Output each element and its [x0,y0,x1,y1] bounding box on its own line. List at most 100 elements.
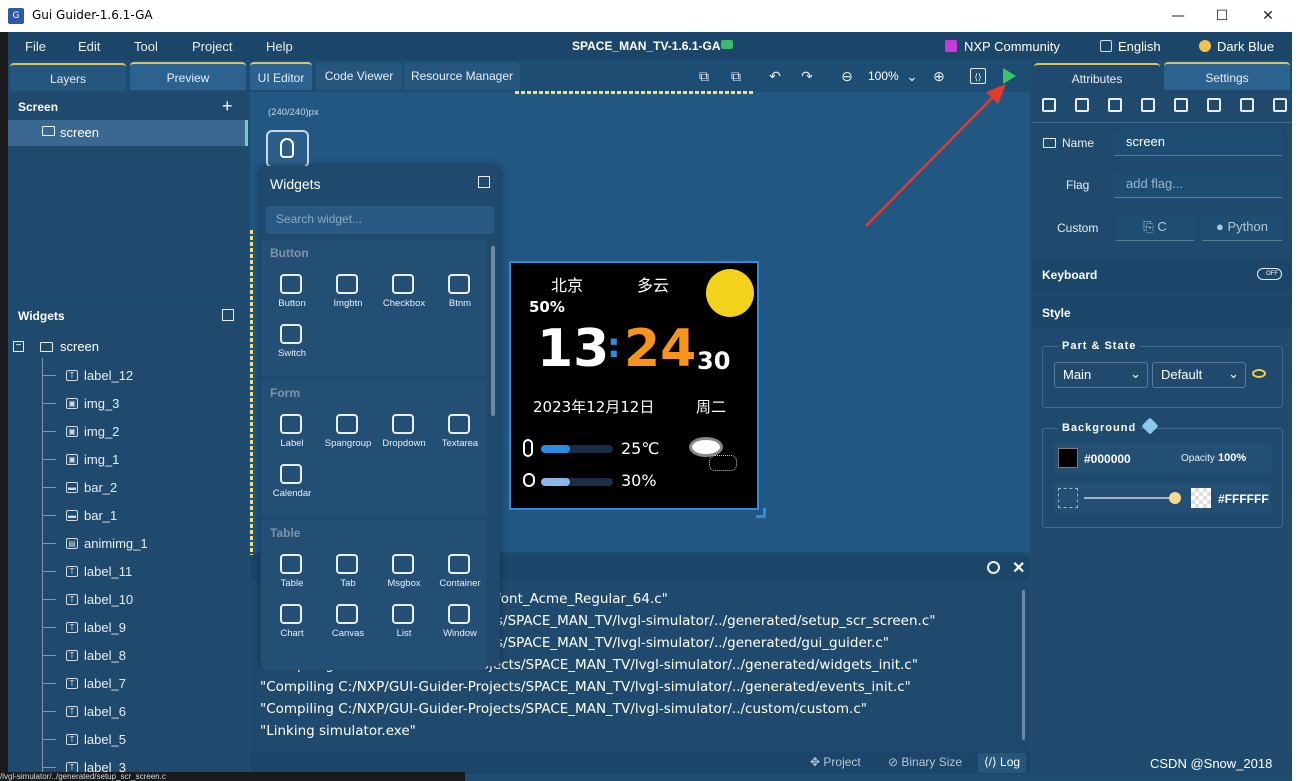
log-scrollbar[interactable] [1022,590,1025,740]
menu-help[interactable]: Help [266,39,293,54]
close-window-button[interactable]: ✕ [1258,6,1278,26]
gradient-color-swatch[interactable] [1191,488,1211,508]
gradient-color-value[interactable]: #FFFFFF [1218,492,1269,506]
widget-calendar-button[interactable]: Calendar [264,464,316,508]
widget-chart-button[interactable]: Chart [264,604,316,648]
widget-canvas-button[interactable]: Canvas [320,604,372,648]
project-tab[interactable]: ✥ Project [810,755,861,769]
maximize-button[interactable]: ☐ [1212,6,1232,26]
bg-color-swatch[interactable] [1058,448,1078,468]
widget-dropdown-button[interactable]: Dropdown [376,414,428,458]
undo-icon[interactable]: ↶ [767,68,783,84]
tree-root-screen[interactable]: screen [60,339,99,354]
widget-label-button[interactable]: Label [264,414,316,458]
gradient-slider-track[interactable] [1084,497,1176,499]
state-select[interactable]: Default ⌄ [1152,362,1246,388]
widget-tree-item[interactable]: ▣ img_2 [8,418,248,446]
widget-msgbox-button[interactable]: Msgbox [376,554,428,598]
tab-attributes[interactable]: Attributes [1034,63,1160,91]
widget-window-button[interactable]: Window [432,604,484,648]
language-selector[interactable]: English [1118,39,1161,54]
widget-tree-item[interactable]: Tlabel_10 [8,586,248,614]
widget-imgbtn-button[interactable]: Imgbtn [320,274,372,318]
widget-tree-item[interactable]: Tlabel_11 [8,558,248,586]
send-back-icon[interactable]: ⧉ [728,68,744,84]
widget-button-button[interactable]: Button [264,274,316,318]
tab-settings[interactable]: Settings [1164,62,1290,90]
custom-c-button[interactable]: ⎘ C [1116,215,1194,241]
widget-container-button[interactable]: Container [432,554,484,598]
align-center-h-icon[interactable] [1075,98,1089,112]
widget-search-input[interactable]: Search widget... [266,206,494,234]
widget-tree-item[interactable]: Tlabel_6 [8,698,248,726]
menu-file[interactable]: File [25,39,46,54]
opacity-value[interactable]: 100% [1218,452,1246,464]
distribute-v-icon[interactable] [1273,98,1287,112]
widget-tree-item[interactable]: Tlabel_12 [8,362,248,390]
menu-edit[interactable]: Edit [78,39,100,54]
distribute-h-icon[interactable] [1240,98,1254,112]
widget-tree-label: img_3 [84,396,120,411]
flag-input[interactable]: add flag... [1114,172,1282,198]
redo-icon[interactable]: ↷ [799,68,815,84]
device-preview-screen[interactable]: 北京 多云 50% 13 : 24 30 2023年12月12日 周二 25℃ … [509,261,759,510]
menu-project[interactable]: Project [192,39,232,54]
widget-tree-item[interactable]: Tlabel_7 [8,670,248,698]
widget-tree-item[interactable]: Tlabel_8 [8,642,248,670]
popout-icon[interactable] [222,309,234,321]
widget-textarea-button[interactable]: Textarea [432,414,484,458]
palette-scrollbar[interactable] [491,246,495,416]
widget-tab-button[interactable]: Tab [320,554,372,598]
menu-tool[interactable]: Tool [134,39,158,54]
zoom-out-icon[interactable]: ⊖ [839,68,855,84]
tab-resource-manager[interactable]: Resource Manager [404,62,520,90]
bring-front-icon[interactable]: ⧉ [696,68,712,84]
humidity-bar-fill [541,478,570,486]
collapse-icon[interactable]: − [13,341,24,352]
binary-size-tab[interactable]: ⊘ Binary Size [888,755,962,769]
align-right-icon[interactable] [1108,98,1122,112]
keyboard-toggle[interactable]: OFF [1257,268,1282,280]
clear-log-icon[interactable] [987,561,1000,574]
widget-switch-button[interactable]: Switch [264,324,316,368]
widget-checkbox-button[interactable]: Checkbox [376,274,428,318]
widget-btnm-button[interactable]: Btnm [432,274,484,318]
minimize-button[interactable]: — [1168,6,1188,26]
folder-icon[interactable] [721,40,733,49]
widget-tree-item[interactable]: Tlabel_5 [8,726,248,754]
tab-layers[interactable]: Layers [10,63,126,91]
widget-label: Textarea [441,438,479,449]
tab-code-viewer[interactable]: Code Viewer [316,62,402,90]
popout-icon[interactable] [478,176,490,188]
eye-icon[interactable] [1252,369,1266,378]
widget-list-button[interactable]: List [376,604,428,648]
part-select[interactable]: Main ⌄ [1054,362,1148,388]
align-center-v-icon[interactable] [1174,98,1188,112]
gradient-slider-thumb[interactable] [1169,492,1181,504]
bg-color-value[interactable]: #000000 [1084,452,1131,466]
image-placeholder-icon[interactable] [1058,488,1078,508]
close-log-icon[interactable]: ✕ [1012,558,1025,578]
widget-tree-item[interactable]: ▣ img_1 [8,446,248,474]
custom-python-button[interactable]: ● Python [1202,215,1282,241]
screen-list-item[interactable]: screen [8,120,248,146]
widget-tree-item[interactable]: ▬ bar_2 [8,474,248,502]
widget-spangroup-button[interactable]: Spangroup [320,414,372,458]
align-bottom-icon[interactable] [1207,98,1221,112]
widget-tree-item[interactable]: Tlabel_9 [8,614,248,642]
tab-ui-editor[interactable]: UI Editor [250,62,312,90]
widget-tree-item[interactable]: ▣ img_3 [8,390,248,418]
interaction-mode-button[interactable] [266,130,309,168]
name-input[interactable]: screen [1114,130,1282,156]
widget-tree-item[interactable]: ▬ bar_1 [8,502,248,530]
tab-preview[interactable]: Preview [130,62,246,90]
widget-table-button[interactable]: Table [264,554,316,598]
resize-handle[interactable] [756,508,766,518]
nxp-community-link[interactable]: NXP Community [964,39,1060,54]
align-left-icon[interactable] [1042,98,1056,112]
widget-tree-item[interactable]: ▤ animimg_1 [8,530,248,558]
theme-selector[interactable]: Dark Blue [1217,39,1274,54]
align-top-icon[interactable] [1141,98,1155,112]
add-screen-button[interactable]: + [222,96,233,117]
log-tab[interactable]: ⟨/⟩ Log [978,753,1027,773]
